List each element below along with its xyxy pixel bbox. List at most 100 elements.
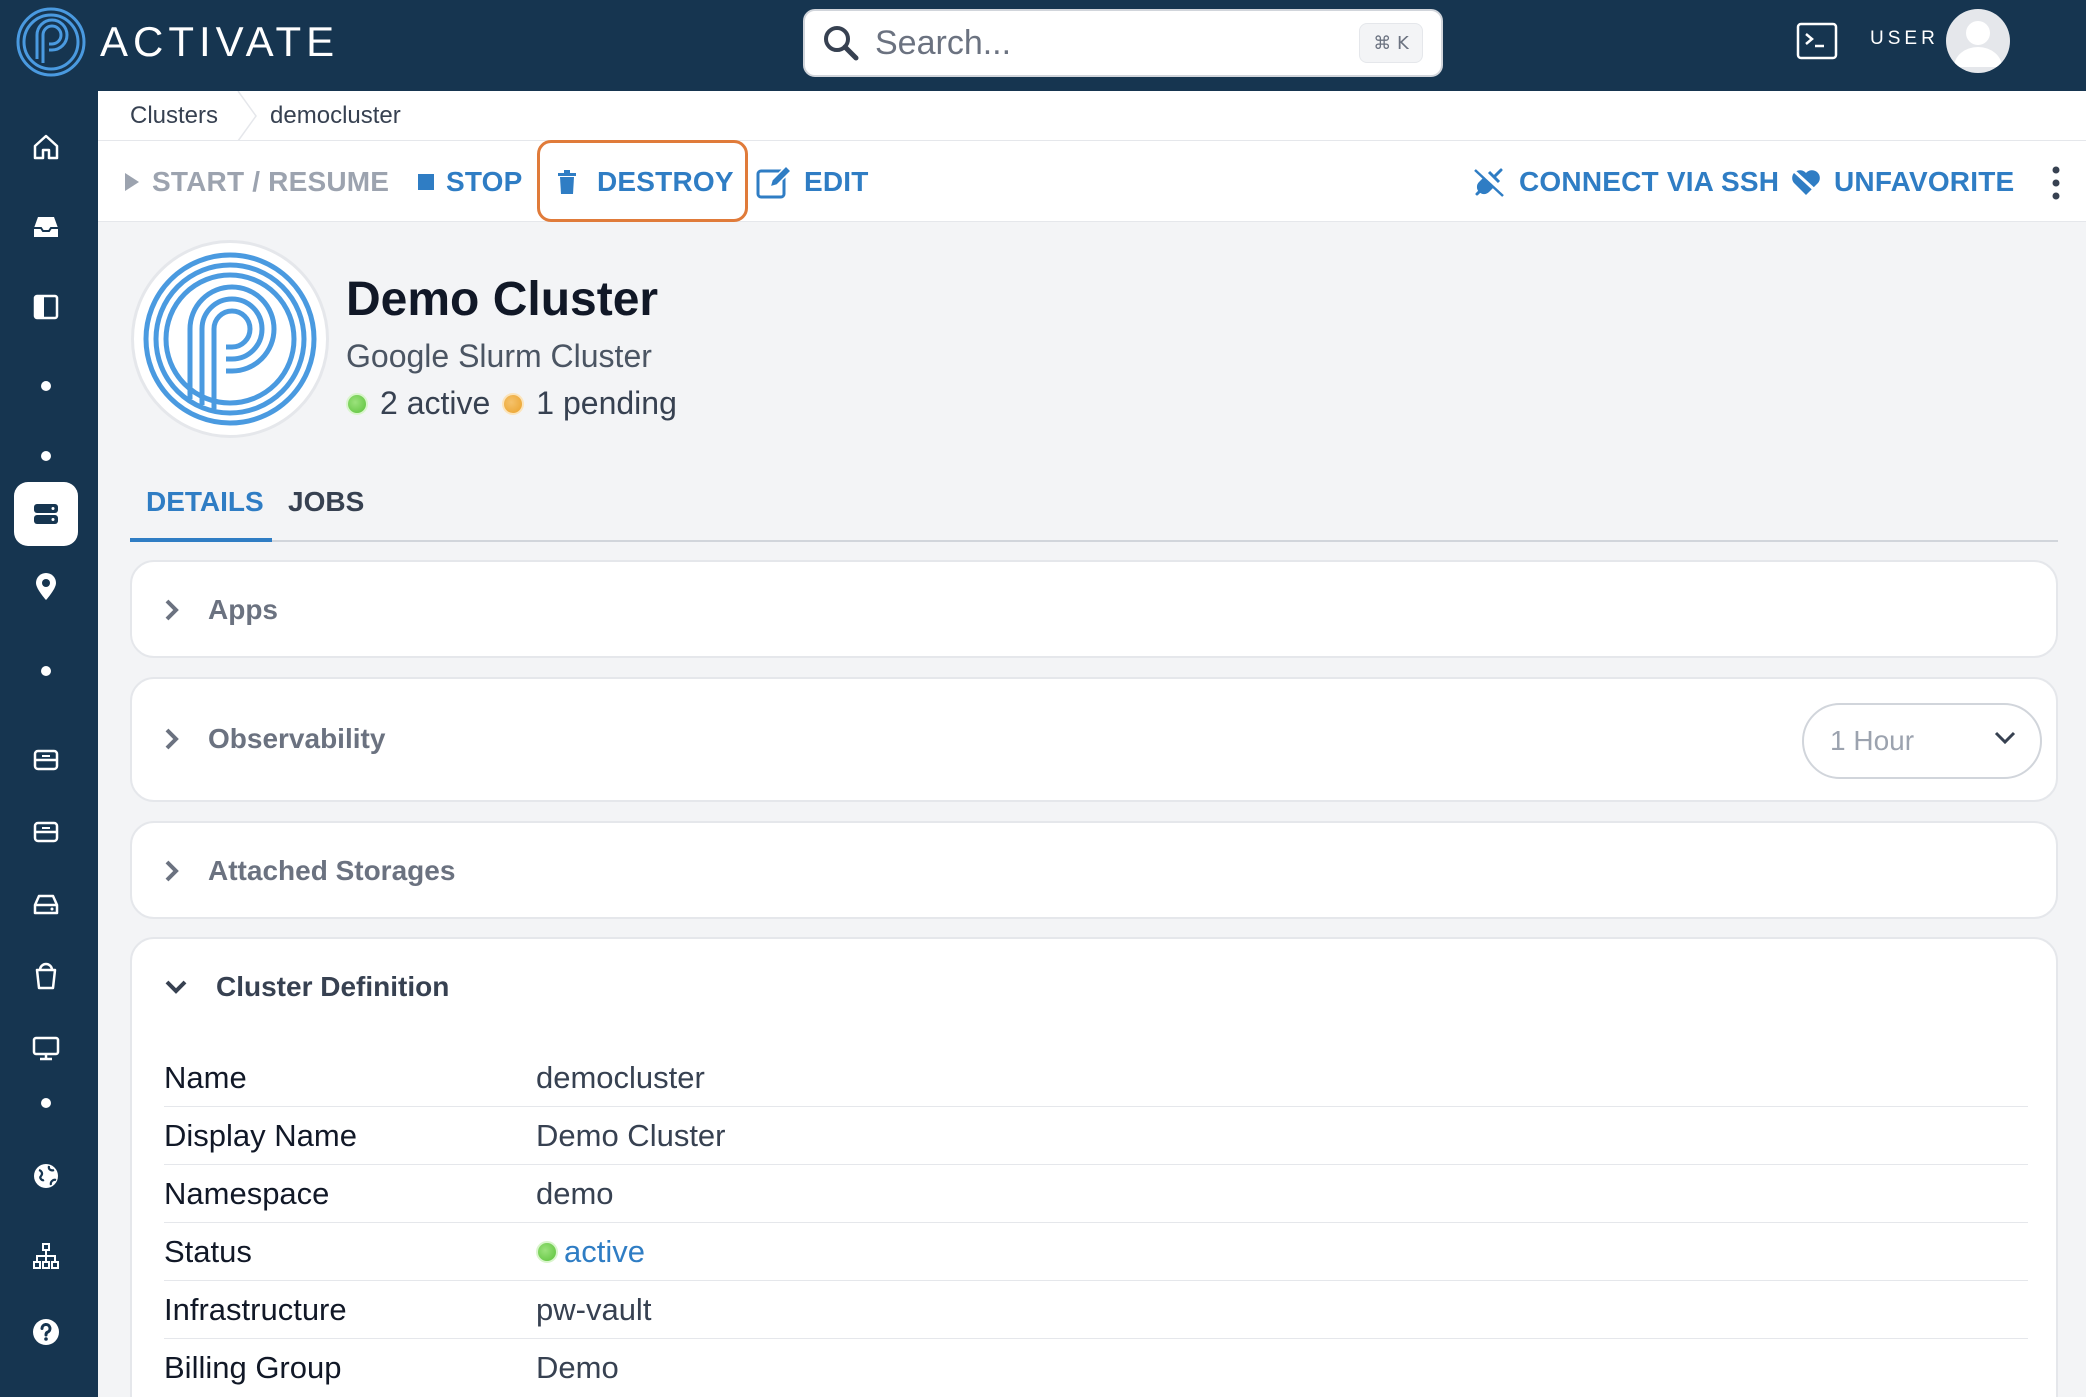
sidebar-layout-icon: [33, 294, 59, 320]
sidebar-item-inbox[interactable]: [14, 195, 78, 259]
connect-ssh-button[interactable]: CONNECT VIA SSH: [1471, 141, 1779, 222]
cluster-definition-header[interactable]: Cluster Definition: [164, 971, 449, 1003]
observability-panel-header[interactable]: Observability: [164, 723, 385, 755]
tab-jobs[interactable]: JOBS: [288, 486, 364, 518]
cluster-definition-panel: Cluster Definition Name democluster Disp…: [130, 937, 2058, 1397]
pending-status-dot: [502, 392, 525, 415]
sidebar-item-storage-1[interactable]: [14, 728, 78, 792]
breadcrumb-clusters[interactable]: Clusters: [98, 91, 218, 141]
more-options-icon[interactable]: [2050, 165, 2062, 201]
table-row: Billing Group Demo: [164, 1339, 2028, 1397]
chevron-right-icon: [165, 728, 179, 750]
top-bar: ACTIVATE Search... ⌘ K USER: [0, 0, 2086, 91]
table-row: Name democluster: [164, 1049, 2028, 1107]
chevron-right-icon: [165, 860, 179, 882]
archive-icon: [33, 749, 59, 771]
sidebar-item-network[interactable]: [14, 1144, 78, 1208]
start-resume-button[interactable]: START / RESUME: [124, 141, 389, 222]
table-row: Display Name Demo Cluster: [164, 1107, 2028, 1165]
sidebar: [0, 91, 98, 1397]
row-value: Demo: [536, 1350, 619, 1385]
server-icon: [34, 504, 58, 524]
help-icon: [33, 1319, 59, 1345]
user-avatar-icon: [1954, 21, 2002, 67]
search-input[interactable]: Search...: [875, 24, 1359, 63]
monitor-icon: [32, 1036, 60, 1061]
inbox-icon: [34, 217, 58, 237]
storages-panel[interactable]: Attached Storages: [130, 821, 2058, 919]
sidebar-item-home[interactable]: [14, 115, 78, 179]
apps-panel-header[interactable]: Apps: [164, 594, 278, 626]
stop-button[interactable]: STOP: [418, 141, 523, 222]
user-label[interactable]: USER: [1870, 28, 1939, 50]
table-row: Status active: [164, 1223, 2028, 1281]
unfavorite-button[interactable]: UNFAVORITE: [1790, 141, 2014, 222]
sidebar-item-topology[interactable]: [14, 1224, 78, 1288]
definition-table: Name democluster Display Name Demo Clust…: [164, 1049, 2028, 1397]
active-status-dot: [346, 392, 368, 415]
sidebar-separator-dot: [41, 381, 51, 391]
cluster-type: Google Slurm Cluster: [346, 338, 652, 374]
status-value[interactable]: active: [536, 1234, 645, 1270]
sidebar-separator-dot: [41, 451, 51, 461]
status-text: active: [564, 1233, 645, 1269]
page-title: Demo Cluster: [346, 273, 659, 326]
apps-panel[interactable]: Apps: [130, 560, 2058, 658]
location-pin-icon: [36, 573, 56, 600]
breadcrumb: Clusters democluster: [98, 90, 2086, 141]
plug-disconnected-icon: [1474, 168, 1504, 197]
tab-bar: DETAILS JOBS: [130, 474, 2058, 542]
chevron-down-icon: [1994, 731, 2016, 745]
sidebar-item-locations[interactable]: [14, 555, 78, 619]
sidebar-item-help[interactable]: [14, 1300, 78, 1364]
pending-count: 1 pending: [536, 385, 677, 421]
sidebar-item-clusters[interactable]: [14, 482, 78, 546]
edit-button[interactable]: EDIT: [756, 141, 869, 222]
active-count: 2 active: [380, 385, 491, 421]
cluster-node-status: 2 active 1 pending: [346, 385, 677, 422]
chevron-right-icon: [165, 599, 179, 621]
storages-panel-header[interactable]: Attached Storages: [164, 855, 455, 887]
hard-drive-icon: [33, 894, 59, 915]
row-value: democluster: [536, 1059, 705, 1095]
play-icon: [125, 172, 139, 191]
row-value: pw-vault: [536, 1291, 652, 1327]
activate-logo-icon: [16, 7, 86, 77]
sidebar-item-storage-2[interactable]: [14, 800, 78, 864]
table-row: Namespace demo: [164, 1165, 2028, 1223]
globe-icon: [34, 1164, 58, 1188]
search-shortcut-badge: ⌘ K: [1359, 23, 1423, 63]
observability-panel[interactable]: Observability 1 Hour: [130, 677, 2058, 802]
destroy-highlight: [537, 140, 748, 222]
table-row: Infrastructure pw-vault: [164, 1281, 2028, 1339]
sidebar-item-desktop[interactable]: [14, 1016, 78, 1080]
cluster-avatar: [131, 240, 329, 438]
sidebar-item-disk[interactable]: [14, 872, 78, 936]
heart-crack-icon: [1791, 168, 1821, 195]
search-box[interactable]: Search... ⌘ K: [803, 9, 1443, 77]
time-range-select[interactable]: 1 Hour: [1802, 703, 2042, 779]
row-value: Demo Cluster: [536, 1117, 726, 1153]
row-label: Name: [164, 1059, 247, 1095]
sidebar-separator-dot: [41, 1098, 51, 1108]
row-value: demo: [536, 1175, 614, 1211]
app-logo[interactable]: ACTIVATE: [16, 7, 339, 77]
stop-icon: [418, 173, 434, 190]
breadcrumb-current[interactable]: democluster: [260, 91, 401, 141]
home-icon: [33, 134, 59, 160]
tab-details[interactable]: DETAILS: [146, 486, 264, 518]
row-label: Infrastructure: [164, 1291, 347, 1327]
row-label: Display Name: [164, 1117, 357, 1153]
avatar[interactable]: [1946, 9, 2010, 73]
action-toolbar: START / RESUME STOP DESTROY EDIT CONNECT…: [98, 141, 2086, 222]
breadcrumb-separator-icon: [237, 90, 257, 141]
status-dot: [536, 1240, 558, 1263]
archive-icon: [33, 821, 59, 843]
terminal-icon[interactable]: [1796, 22, 1838, 60]
row-label: Namespace: [164, 1175, 330, 1211]
cluster-logo-icon: [143, 252, 317, 426]
bucket-icon: [35, 962, 57, 990]
chevron-down-icon: [165, 980, 187, 994]
sidebar-item-bucket[interactable]: [14, 944, 78, 1008]
sidebar-item-panel[interactable]: [14, 275, 78, 339]
